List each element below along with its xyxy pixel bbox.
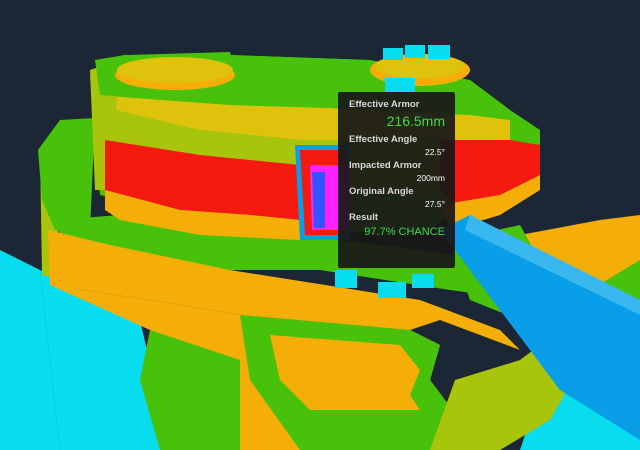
periscope[interactable] xyxy=(378,282,406,298)
periscope[interactable] xyxy=(335,270,357,288)
armor-tooltip: Effective Armor 216.5mm Effective Angle … xyxy=(338,92,455,268)
result-value: 97.7% CHANCE xyxy=(364,226,445,238)
original-angle-label: Original Angle xyxy=(349,186,414,197)
periscope[interactable] xyxy=(405,45,425,58)
periscope[interactable] xyxy=(412,274,434,288)
periscope[interactable] xyxy=(385,78,415,92)
periscope[interactable] xyxy=(383,48,403,60)
original-angle-value: 27.5° xyxy=(425,199,445,209)
impacted-armor-value: 200mm xyxy=(416,173,445,183)
result-label: Result xyxy=(349,212,379,223)
periscope[interactable] xyxy=(428,45,450,59)
commander-cupola-top[interactable] xyxy=(117,57,233,83)
armor-inspector-viewport[interactable]: Effective Armor 216.5mm Effective Angle … xyxy=(0,0,640,450)
effective-angle-label: Effective Angle xyxy=(349,134,418,145)
tank-armor-model[interactable] xyxy=(0,0,640,450)
effective-angle-value: 22.5° xyxy=(425,147,445,157)
impacted-armor-label: Impacted Armor xyxy=(349,160,422,171)
gun-mantlet-blue-edge[interactable] xyxy=(312,172,325,228)
effective-armor-label: Effective Armor xyxy=(349,99,420,110)
effective-armor-value: 216.5mm xyxy=(386,113,445,129)
